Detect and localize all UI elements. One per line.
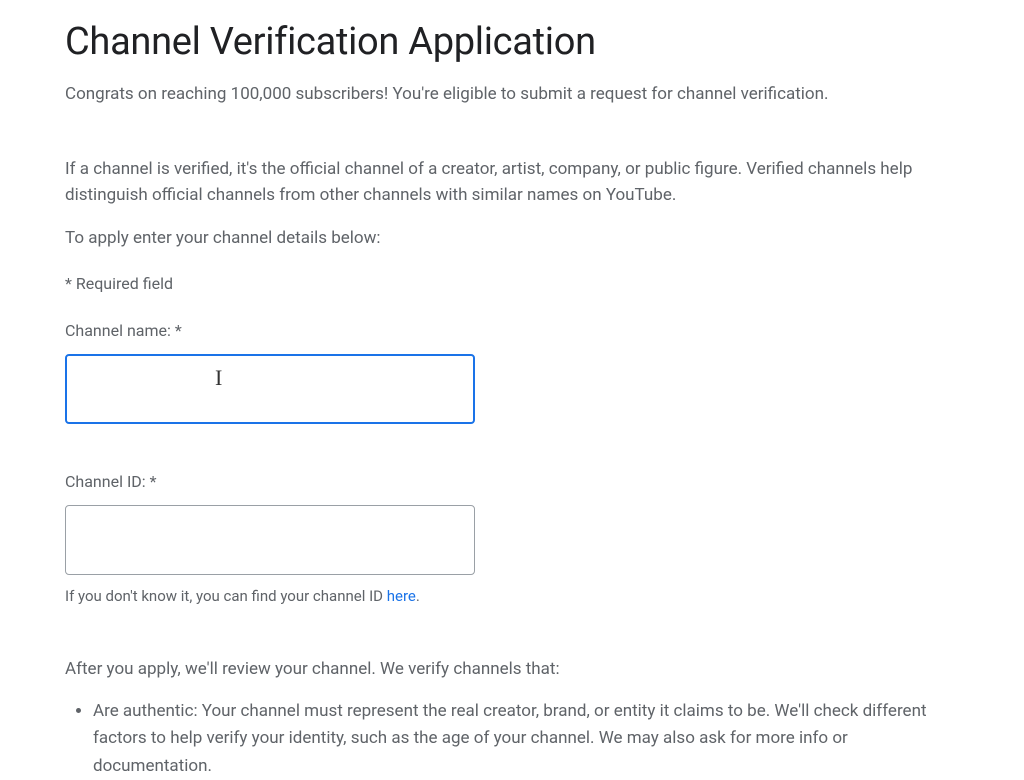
channel-id-label: Channel ID: * [65,472,959,491]
helper-prefix: If you don't know it, you can find your … [65,587,387,605]
subtitle-text: Congrats on reaching 100,000 subscribers… [65,82,959,108]
instruction-text: To apply enter your channel details belo… [65,226,959,252]
review-heading: After you apply, we'll review your chann… [65,657,959,683]
channel-name-input[interactable] [65,354,475,424]
required-field-note: * Required field [65,274,959,293]
description-text: If a channel is verified, it's the offic… [65,156,959,209]
channel-id-input[interactable] [65,505,475,575]
channel-name-label: Channel name: * [65,321,959,340]
find-channel-id-link[interactable]: here [387,587,416,605]
criteria-list: Are authentic: Your channel must represe… [65,698,959,780]
channel-id-helper: If you don't know it, you can find your … [65,587,959,605]
page-title: Channel Verification Application [65,20,959,64]
helper-suffix: . [416,587,420,605]
criteria-item: Are authentic: Your channel must represe… [93,698,959,780]
channel-name-field-group: Channel name: * [65,321,959,424]
channel-id-field-group: Channel ID: * If you don't know it, you … [65,472,959,605]
